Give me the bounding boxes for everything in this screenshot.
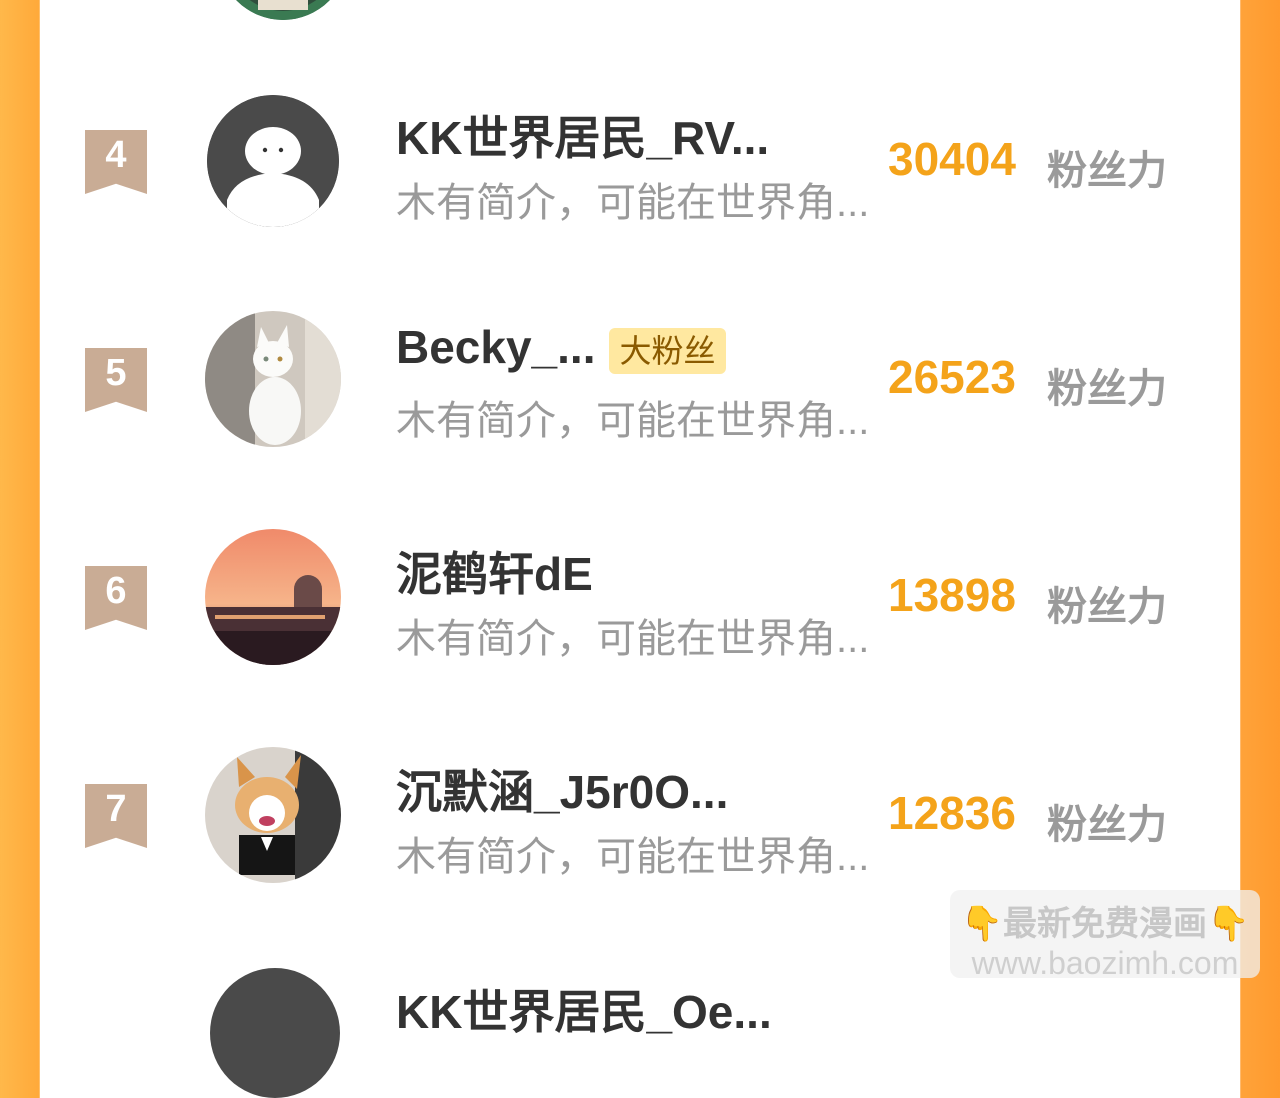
ranking-list-panel: 4 KK世界居民_RV... 木有简介，可能在世界角... 30404 粉丝力 … <box>40 0 1240 1098</box>
avatar[interactable] <box>205 311 341 447</box>
fan-score-label: 粉丝力 <box>1047 149 1167 193</box>
fan-score-label: 粉丝力 <box>1047 367 1167 411</box>
ranking-row-5[interactable]: 5 Becky_... 大粉丝 木有简介，可能在世界角... 26523 粉丝力 <box>40 288 1240 506</box>
watermark-line1: 👇最新免费漫画👇 <box>960 905 1250 943</box>
user-name-next-partial[interactable]: KK世界居民_Oe... <box>396 976 772 1042</box>
fan-score: 12836 <box>888 787 1016 839</box>
rank-badge: 7 <box>85 784 147 848</box>
user-intro: 木有简介，可能在世界角... <box>396 617 870 661</box>
corgi-photo-icon <box>205 747 341 883</box>
user-name[interactable]: 泥鹤轩dE <box>396 538 593 604</box>
rank-badge: 5 <box>85 348 147 412</box>
user-name[interactable]: KK世界居民_RV... <box>396 102 769 168</box>
big-fan-badge: 大粉丝 <box>609 327 726 374</box>
fan-score-label: 粉丝力 <box>1047 585 1167 629</box>
fan-score: 13898 <box>888 569 1016 621</box>
rank-badge: 6 <box>85 566 147 630</box>
avatar-next-partial[interactable] <box>210 968 340 1098</box>
rank-badge: 4 <box>85 130 147 194</box>
user-name[interactable]: 沉默涵_J5r0O... <box>396 756 728 822</box>
ranking-row-6[interactable]: 6 泥鹤轩dE 木有简介，可能在世界角... 13898 粉丝力 <box>40 506 1240 724</box>
avatar-previous-partial[interactable] <box>218 0 348 20</box>
user-intro: 木有简介，可能在世界角... <box>396 835 870 879</box>
watermark-line2: www.baozimh.com <box>971 945 1239 981</box>
ranking-row-4[interactable]: 4 KK世界居民_RV... 木有简介，可能在世界角... 30404 粉丝力 <box>40 70 1240 288</box>
avatar[interactable] <box>207 95 339 227</box>
fan-score: 30404 <box>888 133 1016 185</box>
fan-score-label: 粉丝力 <box>1047 803 1167 847</box>
user-intro: 木有简介，可能在世界角... <box>396 181 870 225</box>
user-name-text[interactable]: Becky_... <box>396 321 595 373</box>
fan-score: 26523 <box>888 351 1016 403</box>
cat-photo-icon <box>205 311 341 447</box>
avatar-image-icon <box>236 0 330 20</box>
watermark: 👇最新免费漫画👇 www.baozimh.com <box>950 890 1260 981</box>
default-user-icon <box>207 95 339 227</box>
avatar[interactable] <box>205 747 341 883</box>
avatar[interactable] <box>205 529 341 665</box>
user-name[interactable]: Becky_... 大粉丝 <box>396 320 726 374</box>
user-intro: 木有简介，可能在世界角... <box>396 399 870 443</box>
cityscape-photo-icon <box>205 529 341 665</box>
